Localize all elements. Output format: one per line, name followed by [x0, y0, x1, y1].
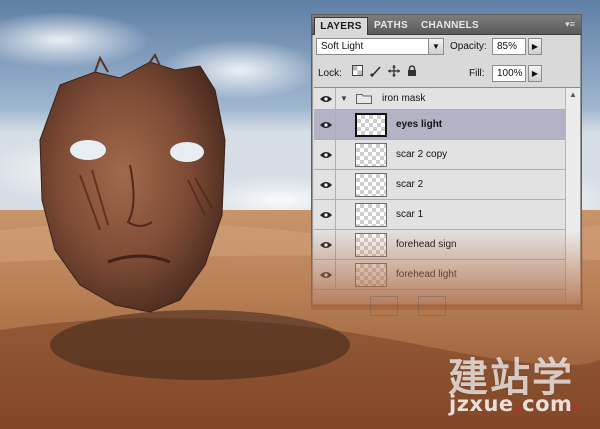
blend-mode-value: Soft Light	[321, 41, 364, 52]
layer-row[interactable]: scar 1	[314, 200, 565, 230]
layer-group-row[interactable]: ▼ iron mask	[314, 88, 565, 110]
visibility-eye-icon[interactable]	[317, 260, 336, 290]
visibility-eye-icon[interactable]	[317, 140, 336, 170]
layer-thumbnail	[355, 113, 387, 137]
scroll-up-arrow-icon[interactable]: ▲	[566, 88, 580, 102]
layer-row[interactable]: scar 2	[314, 170, 565, 200]
folder-icon	[356, 94, 372, 104]
visibility-eye-icon[interactable]	[317, 110, 336, 140]
tab-paths[interactable]: PATHS	[368, 17, 414, 34]
layer-row[interactable]: scar 2 copy	[314, 140, 565, 170]
layer-row[interactable]: eyes light	[314, 110, 565, 140]
fill-slider-arrow-icon[interactable]: ▶	[528, 65, 542, 82]
layer-name: scar 1	[396, 209, 424, 220]
layer-row[interactable]: forehead sign	[314, 230, 565, 260]
layer-thumbnail	[355, 233, 387, 257]
tab-layers[interactable]: LAYERS	[314, 17, 368, 35]
layer-name: scar 2 copy	[396, 149, 448, 160]
layer-name: eyes light	[396, 119, 443, 130]
layer-thumbnail	[355, 143, 387, 167]
chevron-down-icon[interactable]: ▼	[428, 39, 443, 54]
layer-thumbnail	[355, 173, 387, 197]
watermark-url-main: jzxue	[449, 392, 514, 416]
layer-thumbnail	[355, 263, 387, 287]
watermark-tld: cn	[571, 402, 580, 411]
layers-panel: LAYERS PATHS CHANNELS ▾≡ Soft Light ▼ Op…	[311, 14, 582, 306]
opacity-slider-arrow-icon[interactable]: ▶	[528, 38, 542, 55]
layer-row[interactable]: forehead light	[314, 260, 565, 290]
lock-paint-icon[interactable]	[369, 65, 383, 79]
layer-group-name: iron mask	[382, 93, 426, 104]
layer-list: ▼ iron mask eyes light scar 2 copy scar …	[314, 87, 565, 304]
layer-list-scrollbar[interactable]: ▲	[565, 87, 580, 304]
lock-transparent-icon[interactable]	[350, 65, 364, 79]
fill-label: Fill:	[469, 68, 485, 79]
panel-menu-icon[interactable]: ▾≡	[563, 18, 577, 30]
panel-tab-bar: LAYERS PATHS CHANNELS ▾≡	[312, 15, 581, 35]
lock-label: Lock:	[318, 68, 342, 79]
watermark-url: jzxue.com	[449, 392, 572, 416]
blend-mode-select[interactable]: Soft Light ▼	[316, 38, 444, 55]
lock-all-icon[interactable]	[405, 65, 419, 79]
watermark-url-tail: com	[522, 392, 573, 416]
visibility-eye-icon[interactable]	[317, 170, 336, 200]
visibility-eye-icon[interactable]	[317, 230, 336, 260]
visibility-eye-icon[interactable]	[317, 200, 336, 230]
lock-move-icon[interactable]	[387, 65, 401, 79]
watermark-url-dot: .	[513, 392, 523, 416]
layer-name: forehead light	[396, 269, 457, 280]
fill-field[interactable]: 100%	[492, 65, 526, 82]
layer-name: forehead sign	[396, 239, 457, 250]
layer-thumbnail	[355, 203, 387, 227]
opacity-label: Opacity:	[450, 41, 487, 52]
expand-arrow-icon[interactable]: ▼	[340, 94, 348, 103]
tab-channels[interactable]: CHANNELS	[416, 17, 484, 34]
visibility-eye-icon[interactable]	[317, 88, 336, 110]
opacity-field[interactable]: 85%	[492, 38, 526, 55]
layer-name: scar 2	[396, 179, 424, 190]
panel-footer-buttons	[370, 296, 460, 318]
